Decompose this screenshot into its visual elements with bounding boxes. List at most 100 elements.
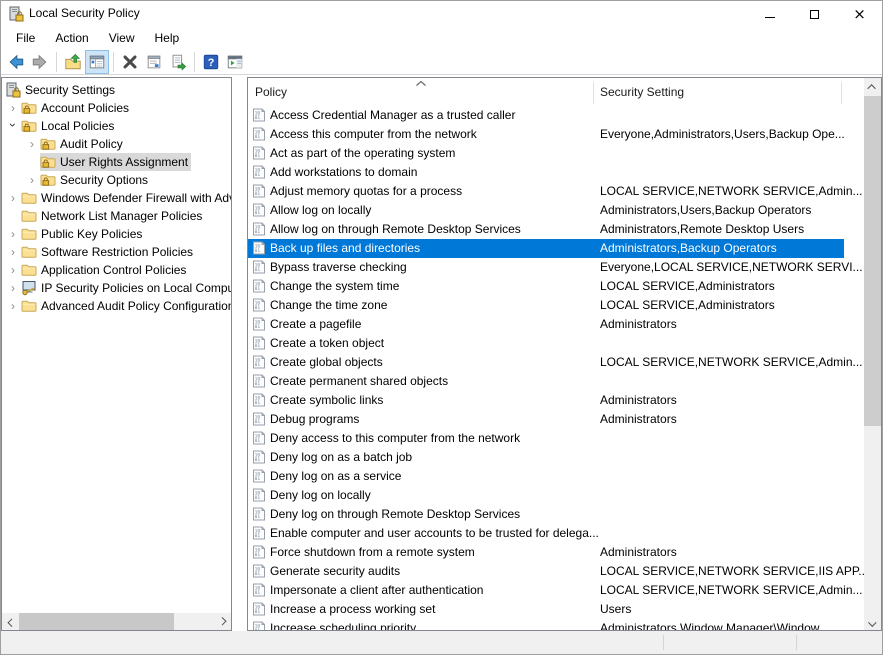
show-console-tree-button[interactable] xyxy=(85,50,109,74)
horizontal-scrollbar[interactable] xyxy=(2,613,231,630)
list-row[interactable]: Back up files and directories Administra… xyxy=(248,239,844,258)
list-row[interactable]: Add workstations to domain xyxy=(248,163,844,182)
tree-item-software-restriction[interactable]: Software Restriction Policies xyxy=(2,243,231,261)
scroll-up-button[interactable] xyxy=(864,78,881,95)
statusbar-divider xyxy=(796,635,797,650)
list-row[interactable]: Debug programs Administrators xyxy=(248,410,844,429)
policy-document-icon xyxy=(252,241,266,255)
policy-document-icon xyxy=(252,488,266,502)
expander-icon[interactable] xyxy=(5,244,21,260)
expander-icon[interactable] xyxy=(5,118,21,134)
list-row[interactable]: Change the system time LOCAL SERVICE,Adm… xyxy=(248,277,844,296)
tree-item-account-policies[interactable]: Account Policies xyxy=(2,99,231,117)
vertical-scrollbar[interactable] xyxy=(864,78,881,630)
list-row[interactable]: Increase a process working set Users xyxy=(248,600,844,619)
tree-item-security-options[interactable]: Security Options xyxy=(2,171,231,189)
column-header-policy[interactable]: Policy xyxy=(255,85,287,99)
list-row[interactable]: Increase scheduling priority Administrat… xyxy=(248,619,844,630)
menu-help[interactable]: Help xyxy=(145,28,190,48)
chevron-down-icon xyxy=(868,618,876,626)
menu-view[interactable]: View xyxy=(99,28,145,48)
policy-document-icon xyxy=(252,336,266,350)
status-bar xyxy=(1,631,882,654)
tree-item-public-key-policies[interactable]: Public Key Policies xyxy=(2,225,231,243)
list-row[interactable]: Change the time zone LOCAL SERVICE,Admin… xyxy=(248,296,844,315)
expander-icon[interactable] xyxy=(24,154,40,170)
tree-item-audit-policy[interactable]: Audit Policy xyxy=(2,135,231,153)
tree-item-user-rights-assignment[interactable]: User Rights Assignment xyxy=(2,153,231,171)
column-divider[interactable] xyxy=(593,82,594,104)
maximize-button[interactable] xyxy=(792,1,837,27)
toolbar-separator[interactable] xyxy=(109,50,118,74)
back-button[interactable] xyxy=(4,50,28,74)
list-row[interactable]: Access Credential Manager as a trusted c… xyxy=(248,106,844,125)
toolbar-separator[interactable] xyxy=(190,50,199,74)
menu-file[interactable]: File xyxy=(6,28,45,48)
toolbar-icon xyxy=(64,53,82,71)
tree-item-ip-security-policies[interactable]: IP Security Policies on Local Compute xyxy=(2,279,231,297)
scroll-left-button[interactable] xyxy=(2,613,19,630)
list-row[interactable]: Allow log on through Remote Desktop Serv… xyxy=(248,220,844,239)
security-setting-value: Administrators xyxy=(600,317,677,331)
list-row[interactable]: Create global objects LOCAL SERVICE,NETW… xyxy=(248,353,844,372)
toolbar-separator[interactable] xyxy=(52,50,61,74)
tree-item-windows-defender-firewall[interactable]: Windows Defender Firewall with Adva xyxy=(2,189,231,207)
expander-icon[interactable] xyxy=(24,172,40,188)
show-action-pane-button[interactable] xyxy=(223,50,247,74)
list-row[interactable]: Impersonate a client after authenticatio… xyxy=(248,581,844,600)
list-row[interactable]: Create a token object xyxy=(248,334,844,353)
toolbar-icon xyxy=(145,53,163,71)
list-row[interactable]: Deny log on as a batch job xyxy=(248,448,844,467)
tree-item-label: Software Restriction Policies xyxy=(41,245,193,259)
column-divider[interactable] xyxy=(841,82,842,104)
close-button[interactable]: × xyxy=(837,1,882,27)
policy-document-icon xyxy=(252,450,266,464)
help-button[interactable] xyxy=(199,50,223,74)
toolbar xyxy=(1,49,882,75)
list-row[interactable]: Create symbolic links Administrators xyxy=(248,391,844,410)
policy-document-icon xyxy=(252,279,266,293)
list-row[interactable]: Allow log on locally Administrators,User… xyxy=(248,201,844,220)
expander-icon[interactable] xyxy=(5,190,21,206)
menu-action[interactable]: Action xyxy=(45,28,98,48)
up-one-level-button[interactable] xyxy=(61,50,85,74)
policy-name: Deny access to this computer from the ne… xyxy=(270,431,520,445)
tree-item-advanced-audit-policy[interactable]: Advanced Audit Policy Configuration xyxy=(2,297,231,315)
security-setting-value: Everyone,LOCAL SERVICE,NETWORK SERVI... xyxy=(600,260,863,274)
properties-button[interactable] xyxy=(142,50,166,74)
scrollbar-thumb[interactable] xyxy=(19,613,174,630)
list-row[interactable]: Deny log on through Remote Desktop Servi… xyxy=(248,505,844,524)
delete-button[interactable] xyxy=(118,50,142,74)
list-row[interactable]: Adjust memory quotas for a process LOCAL… xyxy=(248,182,844,201)
list-row[interactable]: Act as part of the operating system xyxy=(248,144,844,163)
expander-icon[interactable] xyxy=(5,100,21,116)
scrollbar-thumb[interactable] xyxy=(864,96,881,426)
column-header-security-setting[interactable]: Security Setting xyxy=(600,85,684,99)
list-row[interactable]: Access this computer from the network Ev… xyxy=(248,125,844,144)
minimize-button[interactable] xyxy=(747,1,792,27)
export-list-button[interactable] xyxy=(166,50,190,74)
list-row[interactable]: Force shutdown from a remote system Admi… xyxy=(248,543,844,562)
tree-item-label: User Rights Assignment xyxy=(60,155,188,169)
list-row[interactable]: Deny log on as a service xyxy=(248,467,844,486)
forward-button[interactable] xyxy=(28,50,52,74)
expander-icon[interactable] xyxy=(24,136,40,152)
scroll-right-button[interactable] xyxy=(214,613,231,630)
expander-icon[interactable] xyxy=(5,226,21,242)
list-row[interactable]: Create permanent shared objects xyxy=(248,372,844,391)
list-row[interactable]: Deny log on locally xyxy=(248,486,844,505)
expander-icon[interactable] xyxy=(5,208,21,224)
tree-item-security-settings[interactable]: Security Settings xyxy=(2,81,231,99)
tree-item-application-control[interactable]: Application Control Policies xyxy=(2,261,231,279)
list-row[interactable]: Create a pagefile Administrators xyxy=(248,315,844,334)
list-row[interactable]: Enable computer and user accounts to be … xyxy=(248,524,844,543)
expander-icon[interactable] xyxy=(5,262,21,278)
expander-icon[interactable] xyxy=(5,280,21,296)
list-row[interactable]: Generate security audits LOCAL SERVICE,N… xyxy=(248,562,844,581)
list-row[interactable]: Deny access to this computer from the ne… xyxy=(248,429,844,448)
expander-icon[interactable] xyxy=(5,298,21,314)
list-row[interactable]: Bypass traverse checking Everyone,LOCAL … xyxy=(248,258,844,277)
scroll-down-button[interactable] xyxy=(864,613,881,630)
tree-item-network-list-manager[interactable]: Network List Manager Policies xyxy=(2,207,231,225)
tree-item-local-policies[interactable]: Local Policies xyxy=(2,117,231,135)
